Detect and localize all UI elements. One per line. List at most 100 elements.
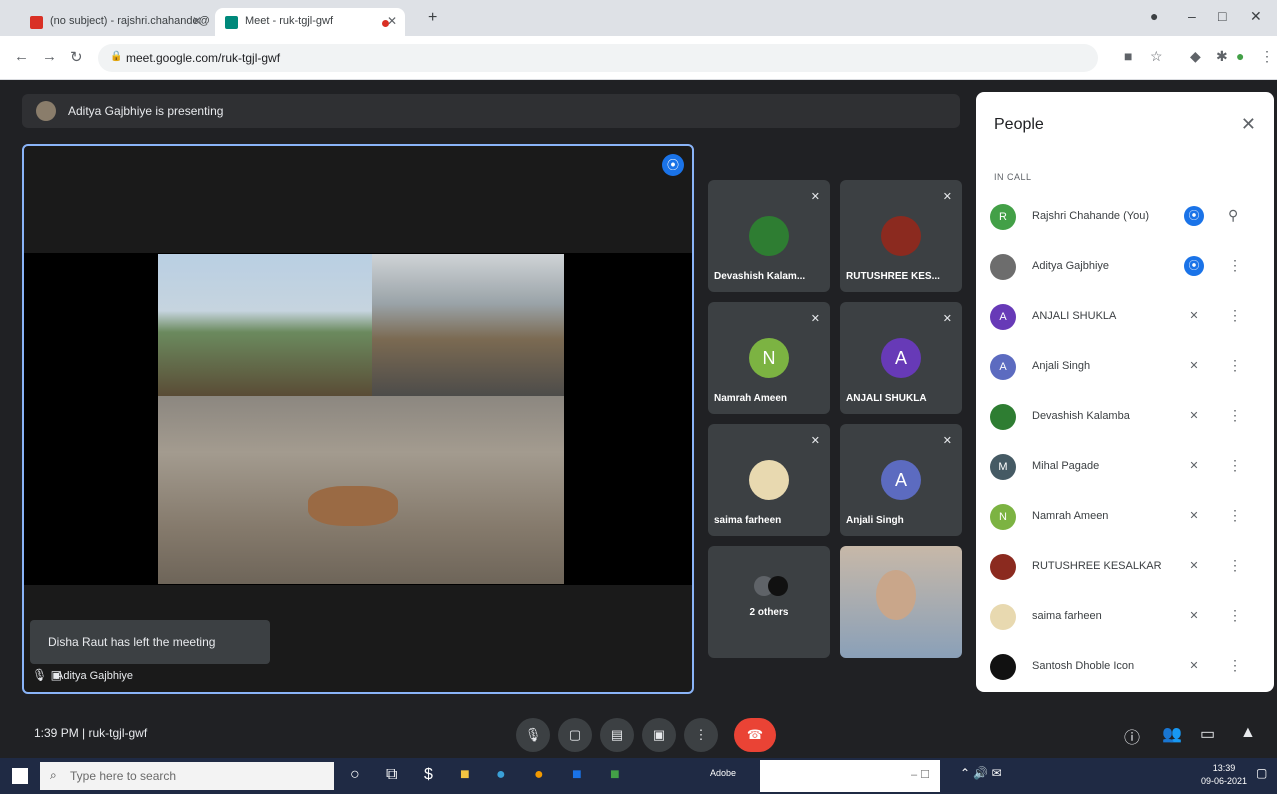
people-list-item[interactable]: A ANJALI SHUKLA ✕ ⋮ [976,292,1274,342]
tab-gmail[interactable]: (no subject) - rajshri.chahande@... ✕ [20,8,210,36]
camera-button[interactable]: ▢ [558,718,592,752]
more-icon[interactable]: ⋮ [1228,257,1242,274]
cortana-icon[interactable]: ○ [350,766,360,784]
search-placeholder: Type here to search [70,769,177,783]
self-video-tile[interactable] [840,546,962,658]
participant-name: Mihal Pagade [1032,460,1100,472]
taskbar-window-preview[interactable]: – ☐ [760,760,940,792]
profile-icon[interactable]: ● [1150,8,1158,24]
meet-icon [225,16,238,29]
pin-icon[interactable]: ⚲ [1228,207,1238,224]
captions-button[interactable]: ▤ [600,718,634,752]
people-icon[interactable]: 👥 [1162,724,1182,744]
participant-name: Namrah Ameen [1032,510,1109,522]
participant-tile[interactable]: ✕ RUTUSHREE KES... [840,180,962,292]
participant-name: RUTUSHREE KES... [846,271,940,282]
maximize-button[interactable]: □ [1218,8,1226,24]
mic-off-icon: ✕ [942,313,952,325]
people-list-item[interactable]: saima farheen ✕ ⋮ [976,592,1274,642]
forward-icon[interactable]: → [42,48,57,65]
presenter-avatar [36,101,56,121]
notifications-icon[interactable]: ▢ [1256,766,1267,780]
puzzle-icon[interactable]: ✱ [1216,48,1228,65]
presenting-text: Aditya Gajbhiye is presenting [68,104,224,118]
people-list-item[interactable]: M Mihal Pagade ✕ ⋮ [976,442,1274,492]
mic-off-icon: ✕ [1189,360,1199,372]
mic-off-icon: ✕ [1189,660,1199,672]
others-label: 2 others [749,607,789,618]
avatar: R [990,204,1016,230]
shared-slide [158,254,564,584]
taskbar-search[interactable]: ⌕ Type here to search [40,762,334,790]
new-tab-button[interactable]: + [428,9,437,27]
more-icon[interactable]: ⋮ [1228,657,1242,674]
more-icon[interactable]: ⋮ [1228,407,1242,424]
speaking-icon: ⦿ [1184,206,1204,226]
people-list-item[interactable]: Devashish Kalamba ✕ ⋮ [976,392,1274,442]
more-icon[interactable]: ⋮ [1228,307,1242,324]
back-icon[interactable]: ← [14,48,29,65]
tab-meet[interactable]: Meet - ruk-tgjl-gwf ✕ [215,8,405,36]
avatar-icon[interactable]: ● [1236,48,1244,64]
chat-icon[interactable]: ▭ [1200,724,1215,744]
task-view-icon[interactable]: ⧉ [386,766,397,784]
edge-icon[interactable]: ● [496,766,506,784]
polluted-river-photo [372,254,564,396]
people-list-item[interactable]: Santosh Dhoble Icon ✕ ⋮ [976,642,1274,692]
gmail-icon [30,16,43,29]
mic-off-icon: ✕ [810,191,820,203]
taskbar-app-label[interactable]: Adobe [710,768,736,778]
participant-tile[interactable]: ✕ Devashish Kalam... [708,180,830,292]
chrome-icon[interactable]: ● [534,766,544,784]
app-icon[interactable]: $ [424,766,433,784]
browser-tab-bar: (no subject) - rajshri.chahande@... ✕ Me… [0,0,1277,36]
photo-app-icon[interactable]: ■ [610,766,620,784]
minimize-button[interactable]: – [1188,8,1196,24]
people-list-item[interactable]: Aditya Gajbhiye ⦿ ⋮ [976,242,1274,292]
folder-icon[interactable]: ■ [460,766,470,784]
participant-name: saima farheen [1032,610,1102,622]
more-options-button[interactable]: ⋮ [684,718,718,752]
avatar [749,460,789,500]
mic-button[interactable]: 🎙 [516,718,550,752]
info-icon[interactable]: ⓘ [1124,724,1140,748]
people-list-item[interactable]: R Rajshri Chahande (You) ⦿ ⚲ [976,192,1274,242]
end-call-button[interactable]: ☎ [734,718,776,752]
camera-permission-icon[interactable]: ■ [1124,48,1132,64]
close-window-button[interactable]: ✕ [1250,8,1262,25]
url-input[interactable]: 🔒 meet.google.com/ruk-tgjl-gwf [98,44,1098,72]
close-panel-icon[interactable]: ✕ [1241,114,1256,135]
more-icon[interactable]: ⋮ [1228,607,1242,624]
section-label: IN CALL [994,172,1032,182]
participant-name: ANJALI SHUKLA [846,393,927,404]
close-tab-icon[interactable]: ✕ [192,14,202,28]
participant-tile[interactable]: ✕ A ANJALI SHUKLA [840,302,962,414]
speaking-indicator-icon: ⦿ [662,154,684,176]
mic-off-icon: ✕ [1189,410,1199,422]
more-icon[interactable]: ⋮ [1228,507,1242,524]
people-list-item[interactable]: N Namrah Ameen ✕ ⋮ [976,492,1274,542]
avatar: A [990,304,1016,330]
store-icon[interactable]: ■ [572,766,582,784]
system-tray-icons[interactable]: ⌃ 🔊 ✉ [960,766,1002,780]
windows-start-icon[interactable] [12,768,28,784]
participant-name: Anjali Singh [1032,360,1091,372]
more-icon[interactable]: ⋮ [1228,357,1242,374]
present-button[interactable]: ▣ [642,718,676,752]
menu-icon[interactable]: ⋮ [1260,48,1274,65]
reload-icon[interactable]: ↻ [70,48,83,66]
recording-dot-icon [382,20,389,27]
others-tile[interactable]: 2 others [708,546,830,658]
activities-icon[interactable]: ▲ [1240,724,1256,742]
more-icon[interactable]: ⋮ [1228,457,1242,474]
participant-tile[interactable]: ✕ saima farheen [708,424,830,536]
people-list-item[interactable]: A Anjali Singh ✕ ⋮ [976,342,1274,392]
participant-tile[interactable]: ✕ A Anjali Singh [840,424,962,536]
participant-tile[interactable]: ✕ N Namrah Ameen [708,302,830,414]
presentation-stage[interactable]: ⦿ Disha Raut has left the meeting 🎙 ▣ Ad… [22,144,694,694]
people-list-item[interactable]: RUTUSHREE KESALKAR ✕ ⋮ [976,542,1274,592]
star-icon[interactable]: ☆ [1150,48,1163,65]
mic-off-icon: ✕ [1189,560,1199,572]
more-icon[interactable]: ⋮ [1228,557,1242,574]
extension-icon[interactable]: ◆ [1190,48,1201,65]
